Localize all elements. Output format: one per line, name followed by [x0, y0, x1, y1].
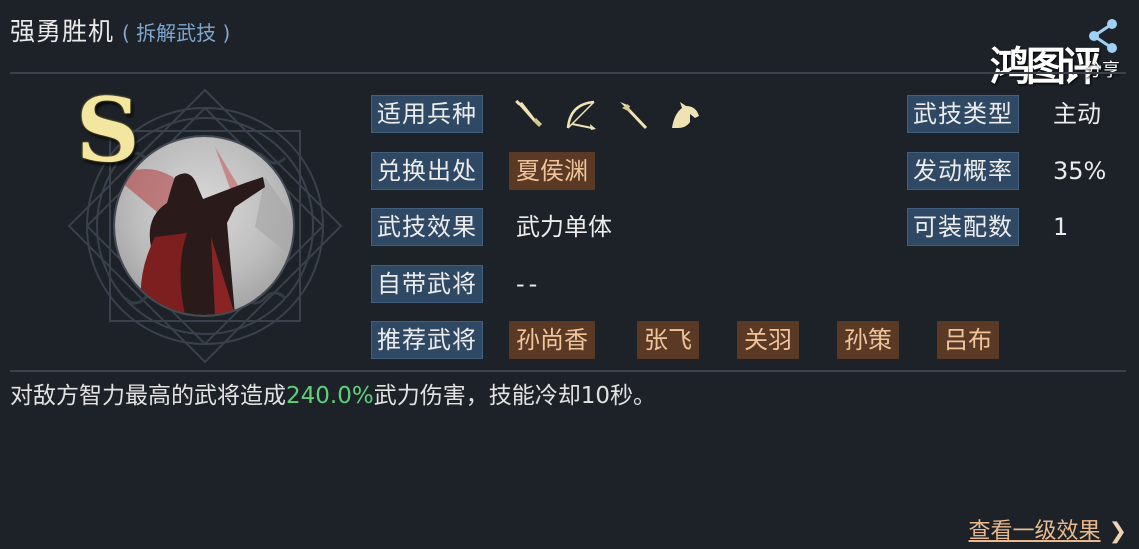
equip-slots-value: 1: [1053, 213, 1069, 241]
effect-label: 武技效果: [371, 208, 483, 246]
watermark-brand: 鸿图评: [990, 43, 1102, 90]
horse-icon: [672, 102, 699, 128]
sword-icon: [515, 99, 542, 127]
recommended-general-tag[interactable]: 吕布: [937, 321, 999, 359]
skill-detail-panel: 强勇胜机 ( 拆解武技 ) 鸿图评 分享 S 适用兵种 兑换出处 夏侯渊 武技效…: [0, 0, 1139, 549]
spear-icon: [620, 102, 648, 130]
recommended-label: 推荐武将: [371, 321, 483, 359]
trigger-chance-value: 35%: [1053, 157, 1107, 185]
general-portrait: [115, 137, 293, 315]
bow-icon: [566, 100, 596, 130]
equip-slots-label: 可装配数: [907, 208, 1019, 246]
skill-type-value: 主动: [1053, 100, 1101, 128]
description-highlight: 240.0%: [286, 383, 374, 409]
mid-divider: [10, 370, 1126, 372]
recommended-general-tag[interactable]: 关羽: [737, 321, 799, 359]
chevron-right-icon: ❯: [1108, 519, 1127, 544]
recommended-general-tag[interactable]: 孙尚香: [509, 321, 595, 359]
watermark-logo: 鸿图评 分享: [990, 10, 1130, 90]
troop-type-label: 适用兵种: [371, 95, 483, 133]
warrior-silhouette-icon: [115, 147, 293, 315]
own-general-label: 自带武将: [371, 265, 483, 303]
skill-subtitle: ( 拆解武技 ): [122, 21, 231, 45]
top-divider: [10, 72, 1126, 74]
title-row: 强勇胜机 ( 拆解武技 ): [10, 12, 230, 48]
recommended-general-tag[interactable]: 孙策: [837, 321, 899, 359]
description-prefix: 对敌方智力最高的武将造成: [10, 383, 286, 409]
description-suffix: 武力伤害，技能冷却10秒。: [373, 383, 656, 409]
skill-description: 对敌方智力最高的武将造成240.0%武力伤害，技能冷却10秒。: [10, 378, 656, 414]
skill-title: 强勇胜机: [10, 17, 115, 46]
effect-value: 武力单体: [516, 213, 612, 241]
trigger-chance-label: 发动概率: [907, 152, 1019, 190]
more-link-label: 查看一级效果: [968, 519, 1101, 544]
view-level-one-effect-link[interactable]: 查看一级效果 ❯: [969, 513, 1127, 545]
skill-grade-badge: S: [76, 78, 140, 182]
skill-type-label: 武技类型: [907, 95, 1019, 133]
own-general-value: --: [516, 270, 542, 298]
source-general-tag[interactable]: 夏侯渊: [509, 152, 595, 190]
troop-type-icons: [512, 95, 702, 135]
recommended-general-tag[interactable]: 张飞: [637, 321, 699, 359]
source-label: 兑换出处: [371, 152, 483, 190]
watermark-share-label: 分享: [1084, 60, 1120, 81]
